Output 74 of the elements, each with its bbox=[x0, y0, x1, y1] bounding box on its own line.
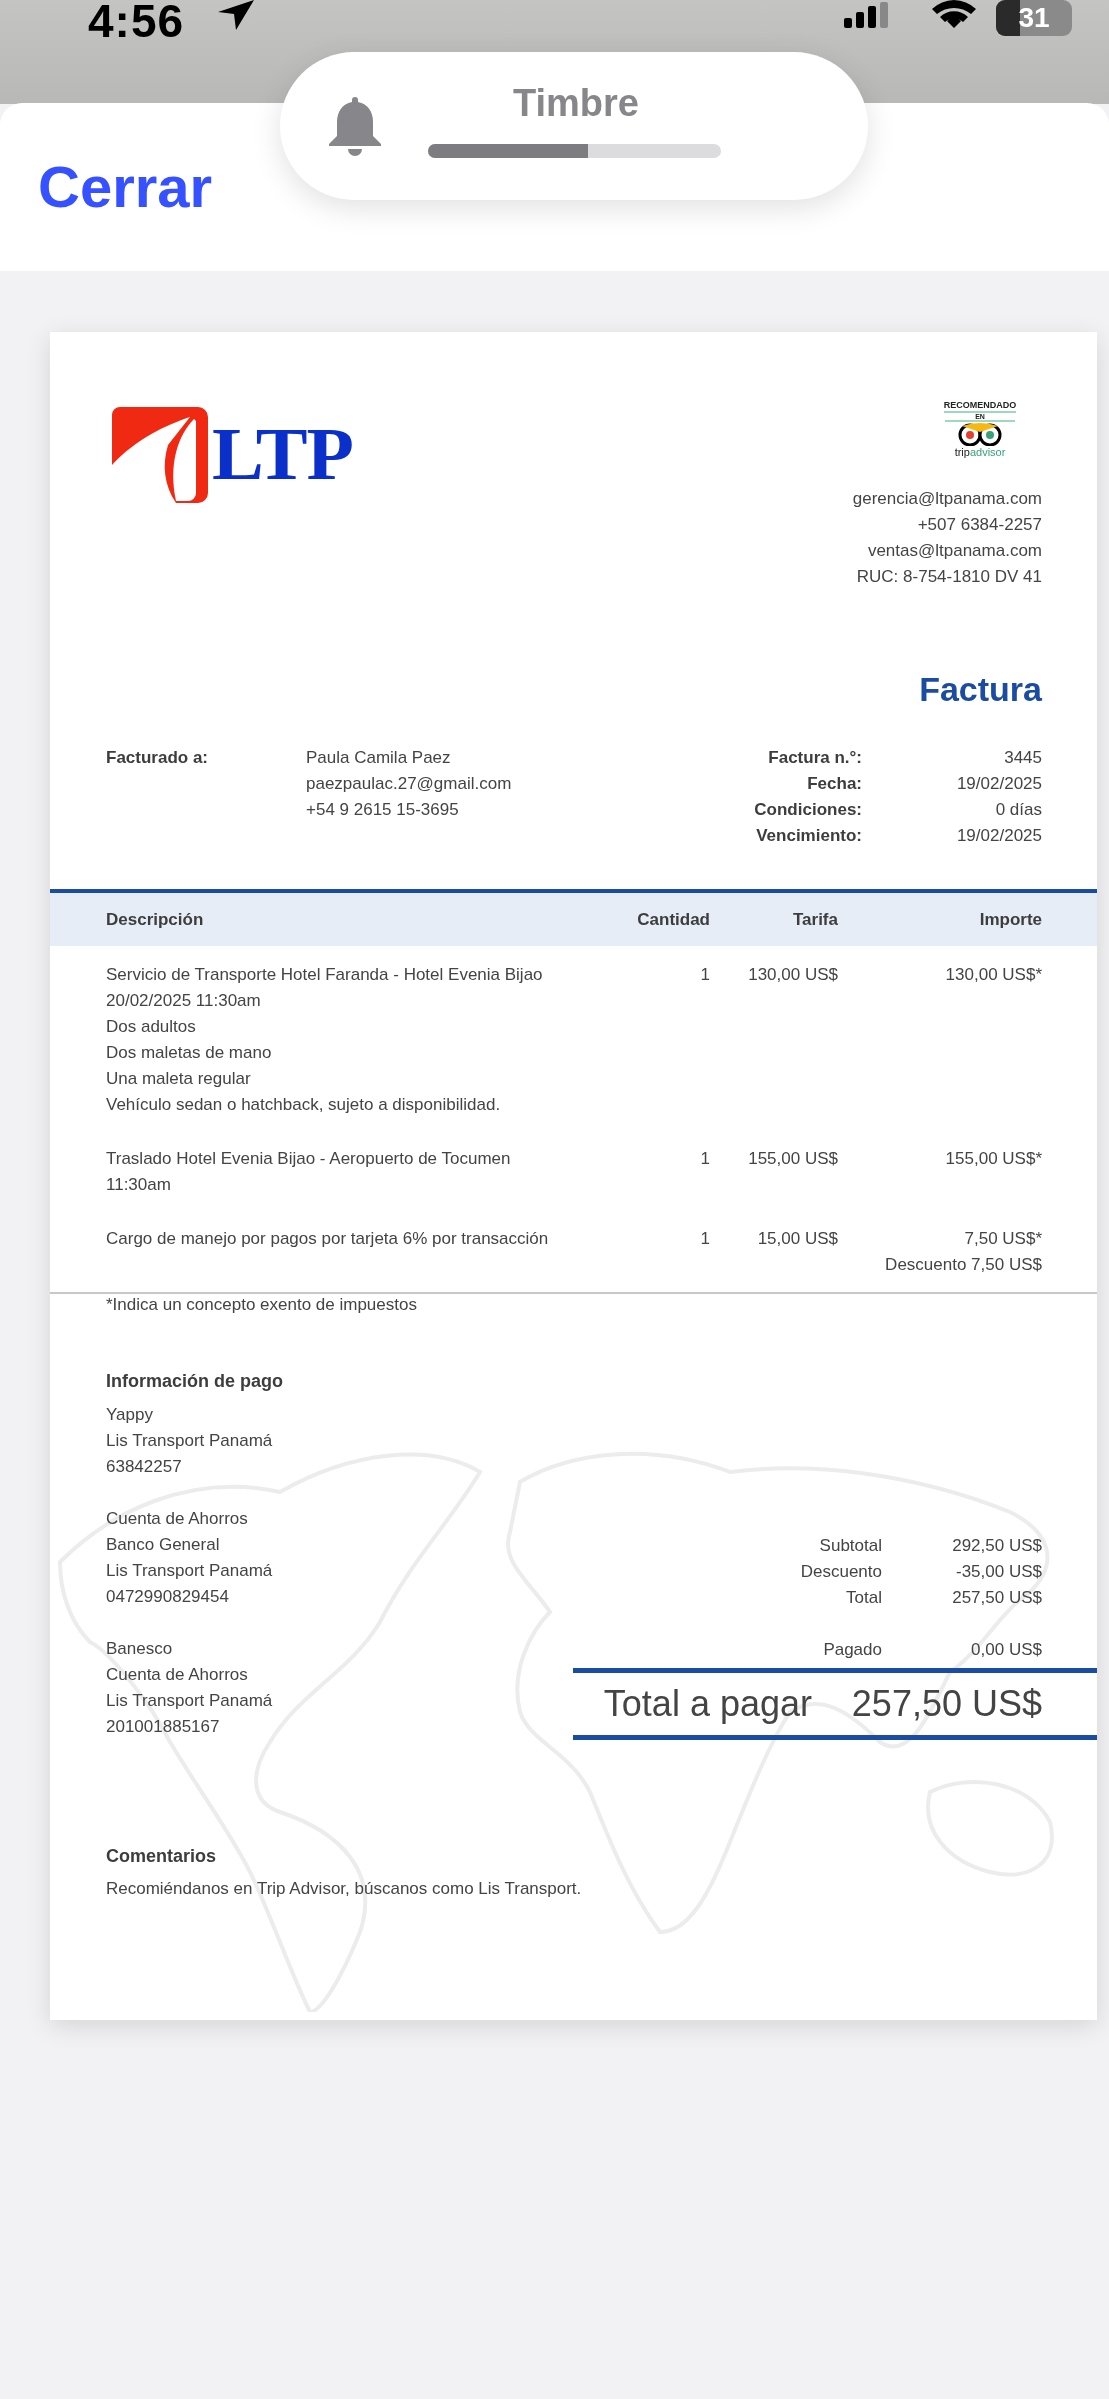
meta-label: Fecha: bbox=[806, 773, 862, 795]
payment-detail: 63842257 bbox=[106, 1456, 183, 1478]
payment-detail: Yappy bbox=[106, 1404, 154, 1426]
column-header: Tarifa bbox=[791, 909, 838, 930]
billed-to-label: Facturado a: bbox=[106, 747, 210, 769]
table-cell-text: 130,00 US$ bbox=[747, 964, 838, 986]
contact-line: gerencia@ltpanama.com bbox=[852, 488, 1042, 510]
ringer-label: Timbre bbox=[512, 82, 640, 125]
comments-text: Recomiéndanos en Trip Advisor, búscanos como Lis Transport. bbox=[106, 1879, 583, 1899]
paid-label: Pagado bbox=[822, 1639, 882, 1661]
customer-detail: paezpaulac.27@gmail.com bbox=[306, 773, 513, 795]
column-header: Cantidad bbox=[636, 909, 710, 930]
item-description: 11:30am bbox=[106, 1174, 172, 1196]
table-cell-text: 15,00 US$ bbox=[756, 1228, 838, 1250]
contact-line: RUC: 8-754-1810 DV 41 bbox=[856, 566, 1042, 588]
footnote: *Indica un concepto exento de impuestos bbox=[106, 1294, 418, 1316]
payment-detail: Cuenta de Ahorros bbox=[106, 1508, 249, 1530]
table-cell-text: 1 bbox=[699, 1228, 710, 1250]
meta-value: 3445 bbox=[1003, 747, 1042, 769]
item-description: Dos adultos bbox=[106, 1016, 197, 1038]
volume-slider[interactable] bbox=[428, 144, 721, 158]
meta-value: 0 días bbox=[994, 799, 1042, 821]
amount-due-value: 257,50 US$ bbox=[850, 1683, 1042, 1725]
location-arrow-icon bbox=[218, 0, 256, 30]
item-amount: 155,00 US$* bbox=[944, 1148, 1042, 1170]
total-value: 292,50 US$ bbox=[951, 1535, 1042, 1557]
bell-icon bbox=[327, 95, 383, 157]
item-description: 20/02/2025 11:30am bbox=[106, 990, 262, 1012]
wifi-icon bbox=[932, 0, 976, 28]
total-label: Descuento bbox=[799, 1561, 882, 1583]
total-value: 257,50 US$ bbox=[951, 1587, 1042, 1609]
customer-detail: Paula Camila Paez bbox=[306, 747, 452, 769]
meta-label: Vencimiento: bbox=[755, 825, 862, 847]
meta-label: Factura n.°: bbox=[767, 747, 862, 769]
customer-detail: +54 9 2615 15-3695 bbox=[306, 799, 460, 821]
total-label: Total bbox=[845, 1587, 882, 1609]
logo-text: LTP bbox=[212, 412, 353, 497]
contact-line: +507 6384-2257 bbox=[917, 514, 1042, 536]
invoice-title: Factura bbox=[919, 670, 1042, 709]
amount-due-label: Total a pagar bbox=[602, 1683, 812, 1725]
meta-value: 19/02/2025 bbox=[955, 773, 1042, 795]
column-header: Importe bbox=[978, 909, 1042, 930]
comments-heading: Comentarios bbox=[106, 1846, 218, 1867]
paid-value: 0,00 US$ bbox=[970, 1639, 1042, 1661]
total-label: Subtotal bbox=[818, 1535, 882, 1557]
meta-value: 19/02/2025 bbox=[955, 825, 1042, 847]
column-header: Descripción bbox=[106, 909, 205, 930]
payment-detail: Lis Transport Panamá bbox=[106, 1430, 274, 1452]
table-cell-text: 1 bbox=[699, 1148, 710, 1170]
item-amount: Descuento 7,50 US$ bbox=[884, 1254, 1042, 1276]
item-description: Cargo de manejo por pagos por tarjeta 6% por transacción bbox=[106, 1228, 550, 1250]
table-cell-text: 155,00 US$ bbox=[747, 1148, 838, 1170]
item-description: Vehículo sedan o hatchback, sujeto a disponibilidad. bbox=[106, 1094, 502, 1116]
meta-label: Condiciones: bbox=[753, 799, 862, 821]
item-description: Servicio de Transporte Hotel Faranda - Hotel Evenia Bijao bbox=[106, 964, 544, 986]
payment-detail: Lis Transport Panamá bbox=[106, 1560, 274, 1582]
owl-icon bbox=[958, 422, 1002, 446]
contact-line: ventas@ltpanama.com bbox=[867, 540, 1042, 562]
payment-detail: Cuenta de Ahorros bbox=[106, 1664, 249, 1686]
item-description: Traslado Hotel Evenia Bijao - Aeropuerto de Tocumen bbox=[106, 1148, 512, 1170]
item-amount: 7,50 US$* bbox=[963, 1228, 1042, 1250]
clock-time: 4:56 bbox=[88, 0, 185, 48]
table-cell-text: 1 bbox=[699, 964, 710, 986]
payment-heading: Información de pago bbox=[106, 1370, 283, 1393]
payment-detail: Banesco bbox=[106, 1638, 174, 1660]
item-description: Una maleta regular bbox=[106, 1068, 252, 1090]
item-description: Dos maletas de mano bbox=[106, 1042, 273, 1064]
item-amount: 130,00 US$* bbox=[944, 964, 1042, 986]
payment-detail: Lis Transport Panamá bbox=[106, 1690, 274, 1712]
close-button[interactable]: Cerrar bbox=[38, 153, 213, 220]
payment-detail: 201001885167 bbox=[106, 1716, 221, 1738]
payment-detail: 0472990829454 bbox=[106, 1586, 230, 1608]
payment-detail: Banco General bbox=[106, 1534, 221, 1556]
total-value: -35,00 US$ bbox=[955, 1561, 1042, 1583]
